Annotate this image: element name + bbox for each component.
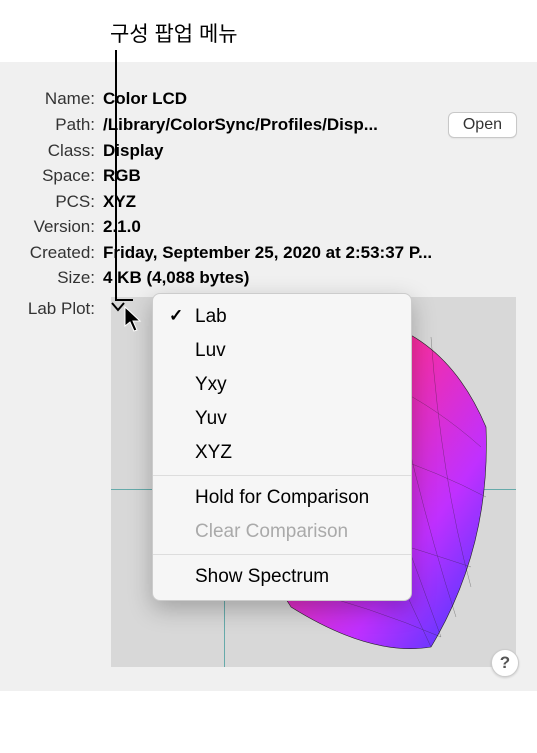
menu-item-label: Luv [195,340,226,361]
menu-item-yxy[interactable]: Yxy [153,368,411,402]
annotation-label: 구성 팝업 메뉴 [110,18,238,48]
label-name: Name: [20,86,103,112]
menu-item-lab[interactable]: ✓ Lab [153,300,411,334]
label-class: Class: [20,138,103,164]
label-path: Path: [20,112,103,138]
profile-info-panel: Name: Color LCD Path: /Library/ColorSync… [0,62,537,691]
menu-item-xyz[interactable]: XYZ [153,436,411,470]
value-created: Friday, September 25, 2020 at 2:53:37 P.… [103,240,517,266]
value-version: 2.1.0 [103,214,517,240]
value-pcs: XYZ [103,189,517,215]
label-pcs: PCS: [20,189,103,215]
value-path: /Library/ColorSync/Profiles/Disp... [103,112,440,138]
annotation-callout-line [115,50,117,300]
help-icon: ? [500,653,510,673]
chevron-down-icon [111,302,125,312]
label-created: Created: [20,240,103,266]
row-name: Name: Color LCD [20,86,517,112]
menu-item-hold-comparison[interactable]: Hold for Comparison [153,481,411,515]
check-icon: ✓ [169,306,183,326]
menu-item-label: Yuv [195,408,227,429]
help-button[interactable]: ? [491,649,519,677]
menu-separator [153,554,411,555]
label-size: Size: [20,265,103,291]
menu-item-label: Show Spectrum [195,566,329,587]
row-version: Version: 2.1.0 [20,214,517,240]
row-pcs: PCS: XYZ [20,189,517,215]
menu-separator [153,475,411,476]
menu-item-label: Yxy [195,374,227,395]
label-labplot: Lab Plot: [20,299,103,319]
menu-item-label: Clear Comparison [195,521,348,542]
row-size: Size: 4 KB (4,088 bytes) [20,265,517,291]
value-space: RGB [103,163,517,189]
value-name: Color LCD [103,86,517,112]
value-size: 4 KB (4,088 bytes) [103,265,517,291]
value-class: Display [103,138,517,164]
menu-item-label: XYZ [195,442,232,463]
menu-item-label: Hold for Comparison [195,487,369,508]
menu-item-luv[interactable]: Luv [153,334,411,368]
label-version: Version: [20,214,103,240]
row-space: Space: RGB [20,163,517,189]
menu-item-clear-comparison: Clear Comparison [153,515,411,549]
menu-item-label: Lab [195,306,227,327]
menu-item-yuv[interactable]: Yuv [153,402,411,436]
labplot-popup-menu: ✓ Lab Luv Yxy Yuv XYZ Hold for Compariso… [152,293,412,601]
row-class: Class: Display [20,138,517,164]
row-path: Path: /Library/ColorSync/Profiles/Disp..… [20,112,517,138]
row-created: Created: Friday, September 25, 2020 at 2… [20,240,517,266]
menu-item-show-spectrum[interactable]: Show Spectrum [153,560,411,594]
label-space: Space: [20,163,103,189]
open-button[interactable]: Open [448,112,517,138]
